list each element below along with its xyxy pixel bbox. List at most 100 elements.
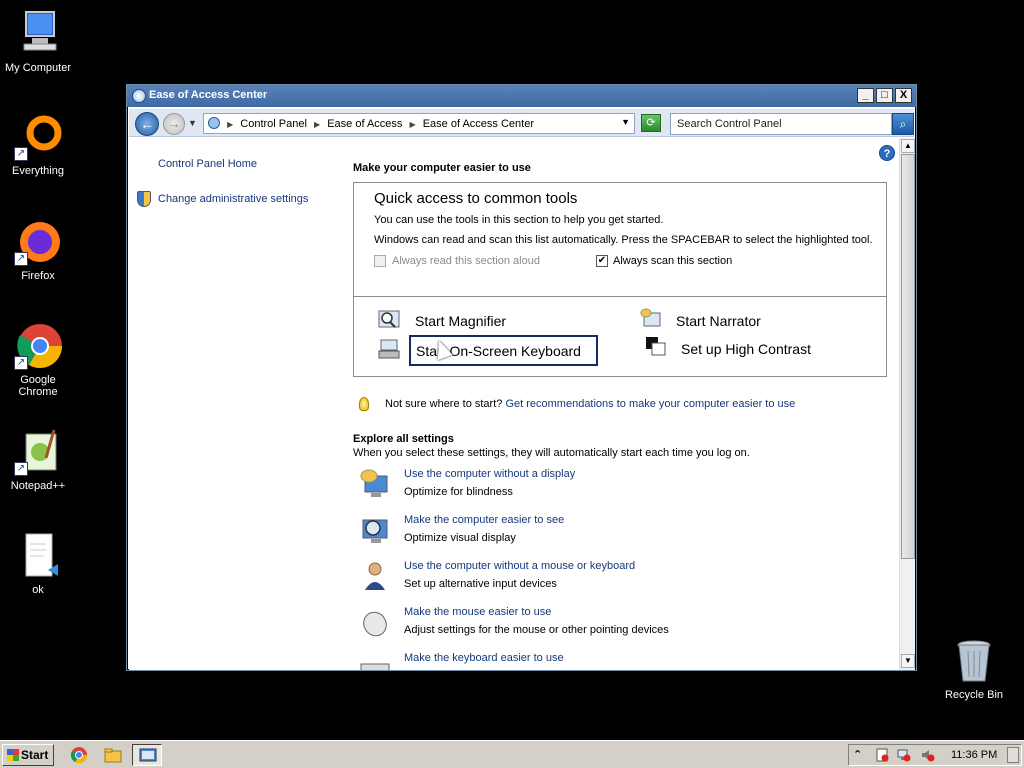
control-panel-home-link[interactable]: Control Panel Home	[158, 158, 257, 170]
breadcrumb-control-panel[interactable]: Control Panel	[240, 118, 307, 130]
chevron-down-icon[interactable]: ▼	[621, 117, 630, 127]
action-center-icon[interactable]	[875, 748, 889, 762]
setting-link[interactable]: Use the computer without a display	[404, 468, 575, 480]
setting-desc: Optimize for blindness	[404, 486, 513, 498]
shortcut-arrow-icon: ↗	[14, 462, 28, 476]
arrow-left-icon: ←	[140, 116, 154, 132]
setting-link[interactable]: Make the computer easier to see	[404, 514, 564, 526]
start-button[interactable]: Start	[2, 744, 54, 766]
change-admin-settings-link[interactable]: Change administrative settings	[158, 193, 308, 205]
notepad-plus-plus-icon: ↗	[14, 428, 62, 476]
recent-pages-dropdown[interactable]: ▼	[188, 118, 197, 128]
clock[interactable]: 11:36 PM	[951, 749, 997, 761]
breadcrumb[interactable]: ▶ Control Panel ▶ Ease of Access ▶ Ease …	[203, 113, 635, 134]
show-hidden-icons-icon[interactable]: ⌃	[853, 748, 867, 762]
taskbar-item-ease-of-access[interactable]	[132, 744, 162, 766]
set-up-high-contrast-button[interactable]: Set up High Contrast	[681, 341, 811, 357]
system-tray: ⌃ 11:36 PM	[848, 744, 1022, 766]
control-panel-icon	[139, 748, 157, 762]
setting-item[interactable]: Use the computer without a display Optim…	[359, 468, 879, 508]
desktop-icon-ok[interactable]: ok	[0, 532, 76, 596]
ease-of-access-icon	[132, 89, 146, 103]
explorer-quicklaunch-icon[interactable]	[104, 746, 122, 764]
desktop-icon-label: ok	[32, 584, 44, 596]
start-label: Start	[21, 748, 49, 762]
blind-display-icon	[360, 469, 388, 497]
scroll-down-button[interactable]: ▼	[901, 654, 915, 668]
quick-access-title: Quick access to common tools	[374, 190, 578, 207]
start-narrator-button[interactable]: Start Narrator	[676, 313, 761, 329]
volume-muted-icon[interactable]	[921, 748, 935, 762]
divider	[354, 296, 886, 297]
computer-icon	[14, 10, 62, 58]
setting-item[interactable]: Use the computer without a mouse or keyb…	[359, 560, 879, 600]
help-button[interactable]: ?	[879, 145, 895, 161]
arrow-right-icon: →	[167, 116, 181, 131]
setting-desc: Set up alternative input devices	[404, 578, 557, 590]
chevron-right-icon[interactable]: ▶	[314, 120, 320, 129]
setting-link[interactable]: Make the keyboard easier to use	[404, 652, 564, 664]
window-title: Ease of Access Center	[149, 89, 268, 101]
ease-of-access-window: Ease of Access Center _ □ X ← → ▼ ▶ Cont…	[126, 84, 917, 671]
show-desktop-button[interactable]	[1007, 747, 1019, 763]
desktop-icon-my-computer[interactable]: My Computer	[0, 10, 76, 74]
chrome-quicklaunch-icon[interactable]	[70, 746, 88, 764]
close-button[interactable]: X	[895, 88, 912, 103]
keyboard-icon	[360, 663, 390, 670]
taskbar: Start ⌃ 11:36 PM	[0, 740, 1024, 768]
start-magnifier-button[interactable]: Start Magnifier	[415, 313, 506, 329]
setting-item[interactable]: Make the mouse easier to use Adjust sett…	[359, 606, 879, 646]
desktop-icon-firefox[interactable]: ↗ Firefox	[0, 218, 76, 282]
quick-access-desc-1: You can use the tools in this section to…	[374, 214, 664, 226]
setting-item[interactable]: Make the keyboard easier to use	[359, 652, 879, 670]
help-icon: ?	[883, 148, 891, 160]
always-scan-checkbox[interactable]: ✔	[596, 255, 608, 267]
search-input[interactable]: Search Control Panel	[670, 113, 892, 135]
shield-icon	[137, 191, 151, 207]
setting-link[interactable]: Use the computer without a mouse or keyb…	[404, 560, 635, 572]
chevron-right-icon[interactable]: ▶	[410, 120, 416, 129]
user-icon	[365, 562, 385, 590]
chrome-icon: ↗	[14, 322, 62, 370]
always-scan-label: Always scan this section	[613, 255, 733, 267]
window-titlebar[interactable]: Ease of Access Center _ □ X	[127, 85, 916, 107]
setting-item[interactable]: Make the computer easier to see Optimize…	[359, 514, 879, 554]
read-aloud-checkbox[interactable]	[374, 255, 386, 267]
mouse-icon	[363, 611, 387, 637]
refresh-button[interactable]: ⟳	[641, 114, 661, 132]
breadcrumb-ease-of-access[interactable]: Ease of Access	[327, 118, 402, 130]
shortcut-arrow-icon: ↗	[14, 356, 28, 370]
get-recommendations-link[interactable]: Get recommendations to make your compute…	[505, 398, 795, 410]
minimize-button[interactable]: _	[857, 88, 874, 103]
shortcut-arrow-icon: ↗	[14, 147, 28, 161]
scrollbar-thumb[interactable]	[901, 154, 915, 559]
desktop-icon-notepad-plus-plus[interactable]: ↗ Notepad++	[0, 428, 76, 492]
back-button[interactable]: ←	[135, 112, 159, 136]
explore-description: When you select these settings, they wil…	[353, 447, 750, 459]
breadcrumb-ease-of-access-center[interactable]: Ease of Access Center	[423, 118, 534, 130]
forward-button[interactable]: →	[163, 113, 185, 135]
network-icon[interactable]	[897, 748, 911, 762]
search-button[interactable]: ⌕	[892, 113, 914, 135]
recycle-bin-icon	[950, 637, 998, 685]
read-aloud-label: Always read this section aloud	[392, 255, 540, 267]
setting-link[interactable]: Make the mouse easier to use	[404, 606, 551, 618]
setting-desc: Optimize visual display	[404, 532, 516, 544]
vertical-scrollbar[interactable]: ▲ ▼	[899, 138, 915, 670]
setting-desc: Adjust settings for the mouse or other p…	[404, 624, 669, 636]
firefox-icon: ↗	[14, 218, 62, 266]
desktop-icon-recycle-bin[interactable]: Recycle Bin	[936, 637, 1012, 701]
search-icon: ⌕	[899, 117, 907, 131]
tip-prefix: Not sure where to start?	[385, 398, 503, 410]
magnifier-display-icon	[362, 519, 388, 543]
desktop-icon-google-chrome[interactable]: ↗ Google Chrome	[0, 322, 76, 398]
explore-heading: Explore all settings	[353, 433, 454, 445]
narrator-icon	[640, 308, 661, 327]
chevron-right-icon[interactable]: ▶	[227, 120, 233, 129]
scroll-up-button[interactable]: ▲	[901, 139, 915, 153]
desktop-icon-everything[interactable]: ↗ Everything	[0, 113, 76, 177]
magnifier-icon	[378, 310, 400, 328]
refresh-icon: ⟳	[646, 117, 656, 129]
shortcut-arrow-icon: ↗	[14, 252, 28, 266]
maximize-button[interactable]: □	[876, 88, 893, 103]
